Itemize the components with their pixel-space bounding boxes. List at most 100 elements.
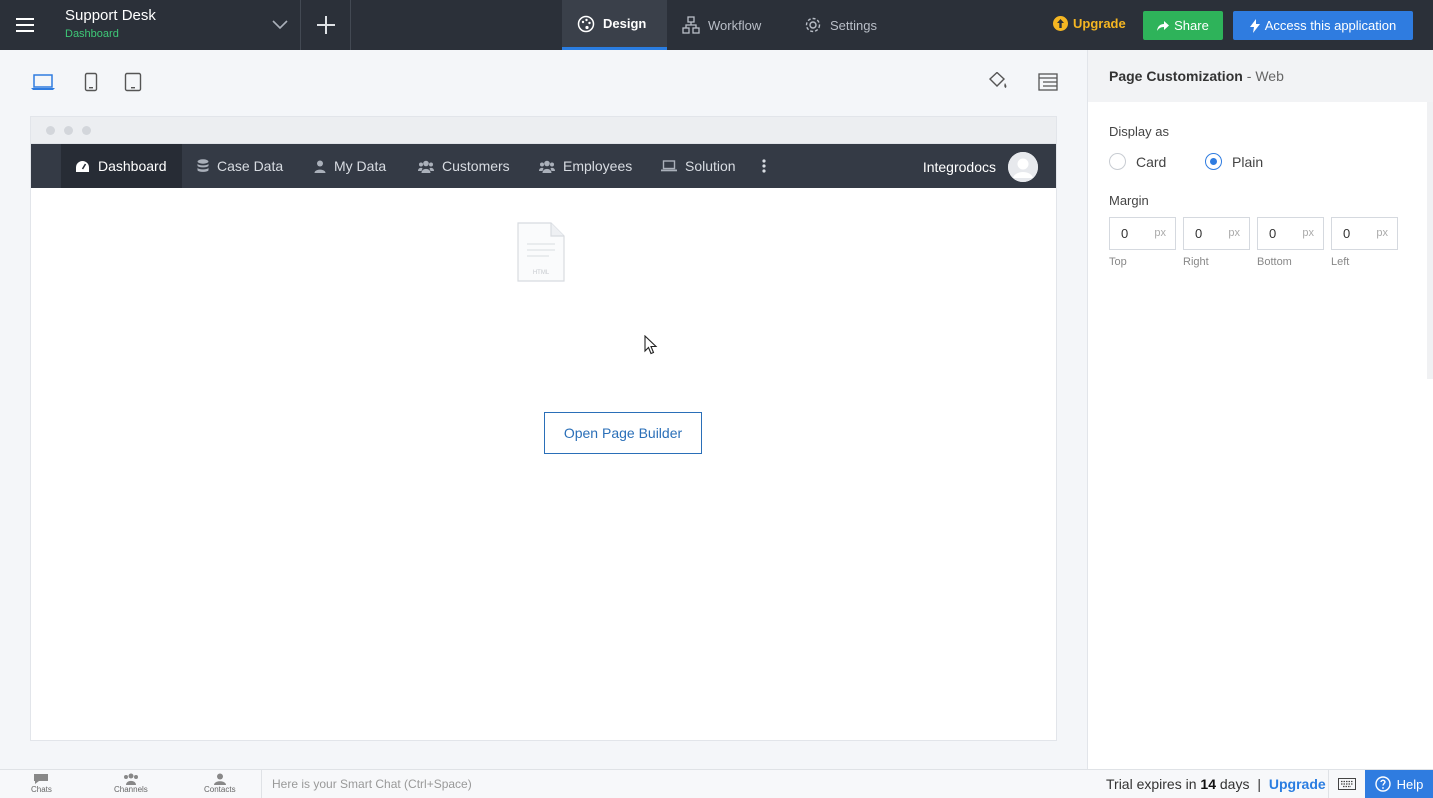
keyboard-icon[interactable] [1328,770,1364,798]
margin-value: 0 [1121,226,1129,241]
window-dot [82,126,91,135]
users-icon [418,160,434,173]
display-as-label: Display as [1109,124,1169,139]
radio-card[interactable]: Card [1109,153,1166,170]
browser-frame-bar [31,117,1056,144]
chats-button[interactable]: Chats [31,773,52,794]
contacts-button[interactable]: Contacts [204,773,236,794]
user-icon [314,160,326,173]
nav-item-case-data[interactable]: Case Data [197,144,283,188]
tab-design-label: Design [603,16,647,31]
access-application-button[interactable]: Access this application [1233,11,1413,40]
page-customization-panel: Page Customization - Web Display as Card… [1087,50,1433,770]
more-options-icon[interactable] [762,144,766,188]
html-file-icon: HTML [517,222,565,287]
tab-workflow[interactable]: Workflow [682,0,761,50]
window-dot [64,126,73,135]
help-button[interactable]: Help [1365,770,1433,798]
margin-unit: px [1228,227,1240,239]
nav-label: My Data [334,158,387,174]
upgrade-link[interactable]: Upgrade [1053,16,1126,31]
access-label: Access this application [1264,18,1397,33]
contact-icon [213,773,226,785]
trial-prefix: Trial expires in [1106,776,1197,792]
panel-header: Page Customization - Web [1088,50,1433,102]
avatar [1008,152,1038,182]
laptop-view-icon[interactable] [30,72,56,97]
open-page-builder-button[interactable]: Open Page Builder [544,412,702,454]
tab-settings[interactable]: Settings [804,0,877,50]
help-label: Help [1396,776,1424,792]
upgrade-label: Upgrade [1073,16,1126,31]
smart-chat-placeholder: Here is your Smart Chat (Ctrl+Space) [272,777,472,791]
chat-icon [34,774,49,784]
add-icon[interactable] [301,0,351,50]
margin-top-input[interactable]: 0 px [1109,217,1176,250]
paint-bucket-icon[interactable] [986,71,1008,97]
panel-title-suffix: - Web [1246,68,1284,84]
chevron-down-icon[interactable] [270,14,290,39]
nav-item-my-data[interactable]: My Data [314,144,386,188]
mobile-view-icon[interactable] [84,72,98,97]
margin-value: 0 [1195,226,1203,241]
tab-settings-label: Settings [830,17,877,33]
layout-list-icon[interactable] [1038,72,1058,97]
app-subtitle: Dashboard [65,28,119,40]
app-navigation: Dashboard Case Data My Data Customers Em… [31,144,1056,188]
tablet-view-icon[interactable] [124,72,142,97]
workflow-icon [682,16,700,34]
chats-label: Chats [31,785,52,794]
top-bar: Support Desk Dashboard Design Workflow S… [0,0,1433,50]
nav-item-employees[interactable]: Employees [539,144,632,188]
user-name: Integrodocs [922,159,996,175]
channels-label: Channels [114,785,148,794]
radio-circle[interactable] [1109,153,1126,170]
menu-icon[interactable] [0,0,50,50]
channels-icon [123,773,138,785]
trial-upgrade-link[interactable]: Upgrade [1269,776,1326,792]
laptop-icon [661,160,677,172]
tab-design[interactable]: Design [562,0,667,50]
app-switcher[interactable]: Support Desk Dashboard [65,7,156,40]
margin-unit: px [1154,227,1166,239]
window-dot [46,126,55,135]
dashboard-icon [76,160,89,172]
gear-icon [805,17,821,33]
page-preview-frame: Dashboard Case Data My Data Customers Em… [30,116,1057,741]
trial-days: 14 [1200,776,1216,792]
trial-notice: Trial expires in 14 days | Upgrade [1106,776,1326,792]
nav-item-solution[interactable]: Solution [661,144,736,188]
nav-item-customers[interactable]: Customers [418,144,510,188]
nav-label: Solution [685,158,736,174]
radio-circle[interactable] [1205,153,1222,170]
users-icon [539,160,555,173]
nav-label: Customers [442,158,510,174]
margin-right-input[interactable]: 0 px [1183,217,1250,250]
trial-separator: | [1257,776,1261,792]
nav-item-dashboard[interactable]: Dashboard [61,144,182,188]
nav-label: Dashboard [98,158,167,174]
lightning-icon [1249,18,1260,33]
margin-left-label: Left [1331,256,1350,268]
radio-label: Plain [1232,153,1264,170]
smart-chat-input[interactable]: Here is your Smart Chat (Ctrl+Space) [261,770,1091,798]
margin-unit: px [1376,227,1388,239]
radio-label: Card [1136,153,1167,170]
nav-label: Employees [563,158,633,174]
file-caption: HTML [533,270,550,276]
bottom-bar: Chats Channels Contacts Here is your Sma… [0,769,1433,798]
margin-label: Margin [1109,193,1149,208]
user-menu[interactable]: Integrodocs [923,152,1038,182]
app-title: Support Desk [65,7,156,24]
margin-left-input[interactable]: 0 px [1331,217,1398,250]
channels-button[interactable]: Channels [114,773,148,794]
open-page-builder-label: Open Page Builder [563,425,683,441]
arrow-up-circle-icon [1053,16,1068,31]
tab-workflow-label: Workflow [708,17,762,33]
margin-value: 0 [1269,226,1277,241]
margin-bottom-input[interactable]: 0 px [1257,217,1324,250]
mouse-cursor-icon [644,334,658,360]
radio-plain[interactable]: Plain [1205,153,1263,170]
share-button[interactable]: Share [1143,11,1223,40]
panel-scrollbar[interactable] [1427,102,1433,379]
